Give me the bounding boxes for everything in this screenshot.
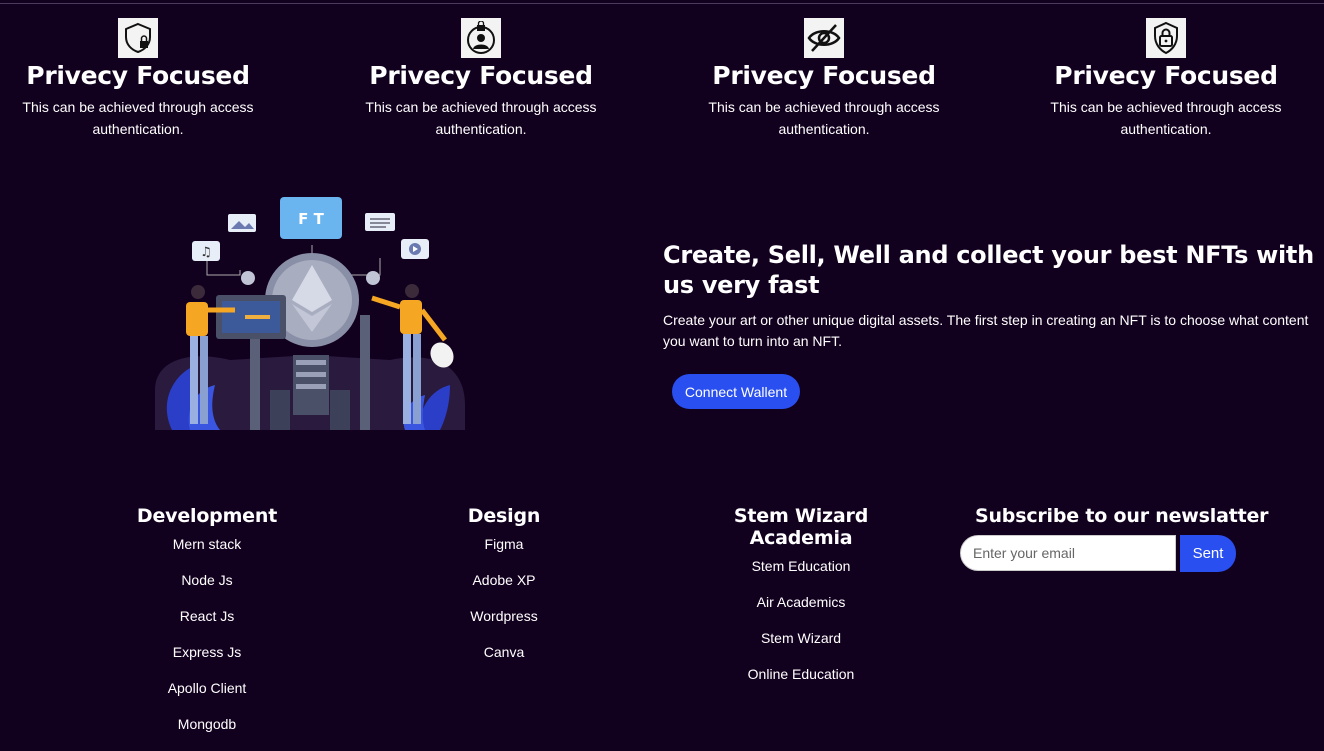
footer-link[interactable]: Canva [424, 643, 584, 679]
feature-card: Privecy Focused This can be achieved thr… [1016, 18, 1316, 140]
feature-text: This can be achieved through access auth… [708, 99, 940, 137]
footer-link[interactable]: Adobe XP [424, 571, 584, 607]
feature-text: This can be achieved through access auth… [365, 99, 597, 137]
nft-badge-text: F T [298, 210, 324, 228]
hero-title: Create, Sell, Well and collect your best… [663, 241, 1314, 299]
shield-padlock-icon [1146, 18, 1186, 58]
footer-heading: Development [136, 505, 278, 527]
footer-heading: Stem Wizard Academia [733, 505, 869, 549]
footer-link[interactable]: Online Education [681, 665, 921, 701]
feature-title: Privecy Focused [26, 61, 250, 90]
user-lock-icon [461, 18, 501, 58]
footer-link[interactable]: Node Js [127, 571, 287, 607]
feature-card: Privecy Focused This can be achieved thr… [0, 18, 288, 140]
footer-link[interactable]: Mongodb [127, 715, 287, 751]
feature-card: Privecy Focused This can be achieved thr… [331, 18, 631, 140]
feature-title: Privecy Focused [1054, 61, 1278, 90]
feature-title: Privecy Focused [712, 61, 936, 90]
footer-column-design: Design Figma Adobe XP Wordpress Canva [424, 505, 584, 679]
footer-column-academia: Stem Wizard Academia Stem Education Air … [681, 505, 921, 701]
footer-link[interactable]: Apollo Client [127, 679, 287, 715]
footer-link[interactable]: Figma [424, 535, 584, 571]
svg-text:♫: ♫ [200, 245, 212, 260]
footer-link[interactable]: Wordpress [424, 607, 584, 643]
top-divider [0, 3, 1324, 4]
footer-link[interactable]: Stem Education [681, 557, 921, 593]
connect-wallet-button[interactable]: Connect Wallent [672, 374, 800, 409]
footer-link[interactable]: Stem Wizard [681, 629, 921, 665]
hero-description: Create your art or other unique digital … [663, 312, 1309, 349]
footer-link[interactable]: React Js [127, 607, 287, 643]
feature-text: This can be achieved through access auth… [22, 99, 254, 137]
feature-text: This can be achieved through access auth… [1050, 99, 1282, 137]
footer-heading: Design [467, 505, 541, 527]
email-input[interactable] [960, 535, 1176, 571]
footer-column-development: Development Mern stack Node Js React Js … [127, 505, 287, 751]
footer-link[interactable]: Air Academics [681, 593, 921, 629]
hero-section: Create, Sell, Well and collect your best… [663, 240, 1323, 352]
footer-link[interactable]: Express Js [127, 643, 287, 679]
newsletter-heading: Subscribe to our newslatter [975, 505, 1269, 527]
eye-off-icon [804, 18, 844, 58]
newsletter-section: Subscribe to our newslatter Sent [960, 505, 1269, 572]
footer-link[interactable]: Mern stack [127, 535, 287, 571]
feature-card: Privecy Focused This can be achieved thr… [674, 18, 974, 140]
nft-illustration: ♫ F T [150, 190, 470, 435]
sent-button[interactable]: Sent [1180, 535, 1236, 572]
shield-lock-icon [118, 18, 158, 58]
feature-title: Privecy Focused [369, 61, 593, 90]
